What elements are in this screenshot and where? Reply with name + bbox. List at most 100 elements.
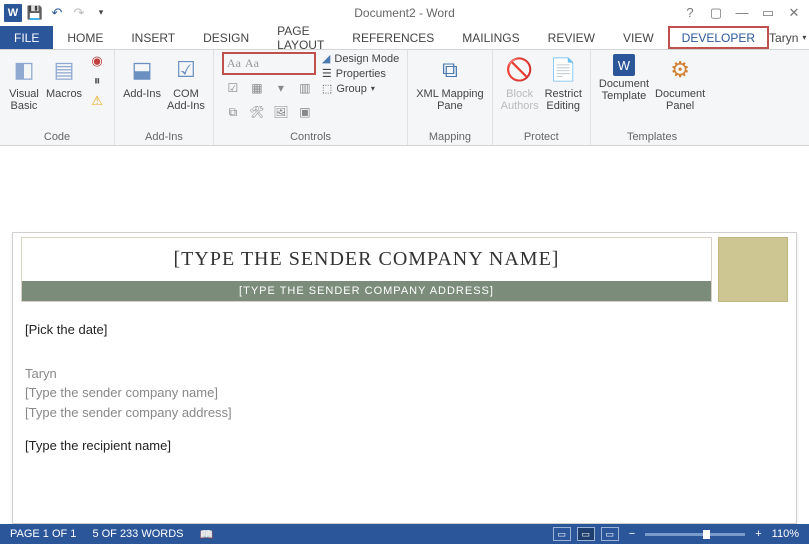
proofing-icon[interactable]: 📖 [200, 528, 214, 541]
sender-company-line[interactable]: [Type the sender company name] [25, 383, 784, 403]
group-button[interactable]: ⬚ Group ▾ [322, 82, 399, 95]
group-addins: ⬓ Add-Ins ☑ COM Add-Ins Add-Ins [115, 50, 214, 145]
date-placeholder[interactable]: [Pick the date] [25, 320, 784, 340]
repeating-control-icon[interactable]: ⧉ [222, 101, 244, 123]
macros-button[interactable]: ▤ Macros [46, 52, 82, 100]
tab-view[interactable]: VIEW [609, 26, 668, 49]
addins-button[interactable]: ⬓ Add-Ins [123, 52, 161, 100]
properties-icon: ☰ [322, 67, 332, 80]
undo-icon[interactable]: ↶ [48, 4, 66, 22]
close-icon[interactable]: ✕ [785, 4, 803, 22]
group-label-code: Code [8, 131, 106, 145]
tab-file[interactable]: FILE [0, 26, 53, 49]
group-mapping: ⧉ XML Mapping Pane Mapping [408, 50, 492, 145]
letterhead-accent [718, 237, 788, 302]
sender-address-line[interactable]: [Type the sender company address] [25, 403, 784, 423]
design-mode-icon: ◢ [322, 52, 330, 65]
chevron-down-icon: ▾ [371, 84, 375, 93]
document-page[interactable]: [TYPE THE SENDER COMPANY NAME] [TYPE THE… [12, 232, 797, 524]
dropdown-control-icon[interactable]: ▾ [270, 77, 292, 99]
ribbon-tabs: FILE HOME INSERT DESIGN PAGE LAYOUT REFE… [0, 26, 809, 50]
building-block-icon[interactable]: ▣ [294, 101, 316, 123]
checkbox-control-icon[interactable]: ☑ [222, 77, 244, 99]
zoom-in-button[interactable]: + [755, 528, 761, 540]
record-macro-icon[interactable]: ◉ [88, 52, 106, 70]
read-mode-icon[interactable]: ▭ [553, 527, 571, 541]
properties-button[interactable]: ☰ Properties [322, 67, 399, 80]
print-layout-icon[interactable]: ▭ [577, 527, 595, 541]
plain-text-control-icon[interactable]: Aa [244, 55, 260, 72]
macros-icon: ▤ [48, 54, 80, 86]
restrict-editing-button[interactable]: 📄 Restrict Editing [545, 52, 582, 112]
document-template-button[interactable]: W Document Template [599, 52, 649, 102]
word-logo-icon: W [4, 4, 22, 22]
legacy-tools-icon[interactable]: 🛠 [246, 101, 268, 123]
user-menu[interactable]: Taryn ▾ [769, 26, 809, 49]
zoom-level[interactable]: 110% [772, 528, 799, 540]
group-controls: Aa Aa ☑ ▦ ▾ ▥ ⧉ 🛠 🖼 ▣ ◢ Design Mode [214, 50, 408, 145]
design-mode-button[interactable]: ◢ Design Mode [322, 52, 399, 65]
group-protect: 🚫 Block Authors 📄 Restrict Editing Prote… [493, 50, 591, 145]
visual-basic-button[interactable]: ◧ Visual Basic [8, 52, 40, 112]
document-area[interactable]: [TYPE THE SENDER COMPANY NAME] [TYPE THE… [0, 146, 809, 524]
chevron-down-icon: ▾ [802, 33, 806, 42]
tab-developer[interactable]: DEVELOPER [668, 26, 769, 49]
visual-basic-icon: ◧ [8, 54, 40, 86]
document-panel-icon: ⚙ [664, 54, 696, 86]
ribbon-options-icon[interactable]: ▢ [707, 4, 725, 22]
customize-qat-icon[interactable]: ▾ [92, 4, 110, 22]
tab-references[interactable]: REFERENCES [338, 26, 448, 49]
save-icon[interactable]: 💾 [26, 4, 44, 22]
web-layout-icon[interactable]: ▭ [601, 527, 619, 541]
tab-insert[interactable]: INSERT [117, 26, 189, 49]
group-icon: ⬚ [322, 82, 332, 95]
xml-mapping-button[interactable]: ⧉ XML Mapping Pane [416, 52, 483, 112]
rich-text-control-icon[interactable]: Aa [226, 55, 242, 72]
zoom-slider[interactable] [645, 533, 745, 536]
ribbon: ◧ Visual Basic ▤ Macros ◉ ⏸ ⚠ Code ⬓ Add… [0, 50, 809, 146]
picture-control-icon[interactable]: 🖼 [270, 101, 292, 123]
group-label-templates: Templates [599, 131, 705, 145]
letterhead-block: [TYPE THE SENDER COMPANY NAME] [TYPE THE… [21, 237, 712, 302]
word-count[interactable]: 5 OF 233 WORDS [92, 528, 183, 540]
group-label-mapping: Mapping [416, 131, 483, 145]
status-bar: PAGE 1 OF 1 5 OF 233 WORDS 📖 ▭ ▭ ▭ − + 1… [0, 524, 809, 544]
block-authors-icon: 🚫 [504, 54, 536, 86]
zoom-out-button[interactable]: − [629, 528, 635, 540]
com-addins-button[interactable]: ☑ COM Add-Ins [167, 52, 205, 112]
tab-page-layout[interactable]: PAGE LAYOUT [263, 26, 338, 49]
group-templates: W Document Template ⚙ Document Panel Tem… [591, 50, 713, 145]
com-addins-icon: ☑ [170, 54, 202, 86]
document-template-icon: W [613, 54, 635, 76]
redo-icon[interactable]: ↷ [70, 4, 88, 22]
document-panel-button[interactable]: ⚙ Document Panel [655, 52, 705, 112]
group-code: ◧ Visual Basic ▤ Macros ◉ ⏸ ⚠ Code [0, 50, 115, 145]
pause-macro-icon[interactable]: ⏸ [88, 72, 106, 90]
text-controls-highlight: Aa Aa [222, 52, 316, 75]
title-bar: W 💾 ↶ ↷ ▾ Document2 - Word ? ▢ — ▭ ✕ [0, 0, 809, 26]
tab-mailings[interactable]: MAILINGS [448, 26, 533, 49]
addins-icon: ⬓ [126, 54, 158, 86]
document-title: Document2 - Word [354, 6, 454, 20]
page-indicator[interactable]: PAGE 1 OF 1 [10, 528, 76, 540]
view-buttons: ▭ ▭ ▭ [553, 527, 619, 541]
macro-security-icon[interactable]: ⚠ [88, 92, 106, 110]
tab-design[interactable]: DESIGN [189, 26, 263, 49]
sender-company-placeholder[interactable]: [TYPE THE SENDER COMPANY NAME] [22, 238, 711, 281]
help-icon[interactable]: ? [681, 4, 699, 22]
tab-review[interactable]: REVIEW [534, 26, 609, 49]
group-label-controls: Controls [222, 131, 399, 145]
tab-home[interactable]: HOME [53, 26, 117, 49]
maximize-icon[interactable]: ▭ [759, 4, 777, 22]
xml-mapping-icon: ⧉ [434, 54, 466, 86]
sender-address-placeholder[interactable]: [TYPE THE SENDER COMPANY ADDRESS] [22, 281, 711, 301]
recipient-name-placeholder[interactable]: [Type the recipient name] [25, 436, 784, 456]
group-label-protect: Protect [501, 131, 582, 145]
combo-control-icon[interactable]: ▦ [246, 77, 268, 99]
sender-name-line[interactable]: Taryn [25, 364, 784, 384]
date-control-icon[interactable]: ▥ [294, 77, 316, 99]
group-label-addins: Add-Ins [123, 131, 205, 145]
block-authors-button[interactable]: 🚫 Block Authors [501, 52, 539, 112]
restrict-editing-icon: 📄 [547, 54, 579, 86]
minimize-icon[interactable]: — [733, 4, 751, 22]
